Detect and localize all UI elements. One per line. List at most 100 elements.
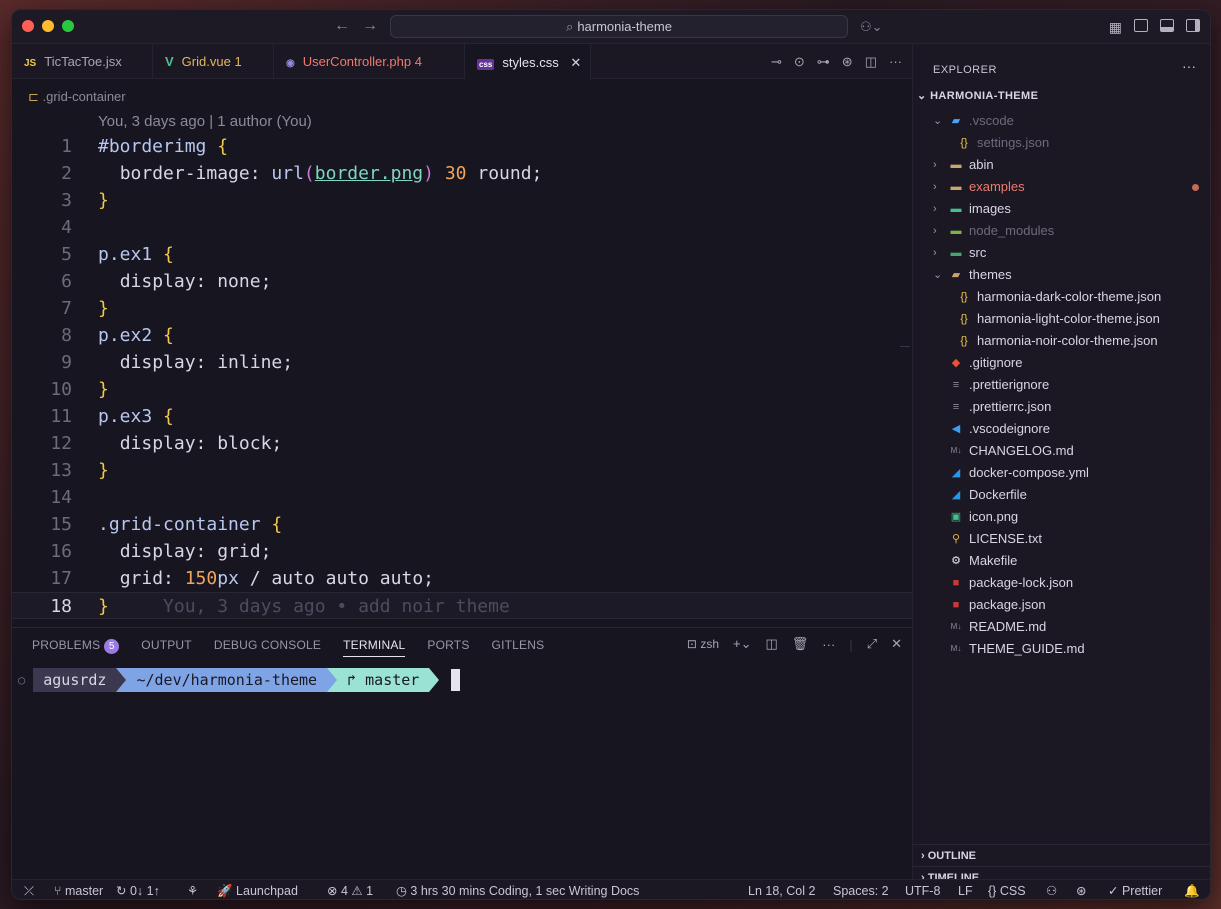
git-graph-icon[interactable]: ⊛ [842, 54, 853, 70]
encoding[interactable]: UTF-8 [905, 880, 940, 899]
bell-icon[interactable]: 🔔 [1184, 880, 1200, 899]
customize-layout-icon[interactable]: ▦ [1109, 19, 1122, 36]
scrollbar-marker[interactable] [900, 346, 910, 347]
tab-gitlens[interactable]: GITLENS [492, 638, 545, 657]
tree-item-license[interactable]: ⚲ LICENSE.txt [913, 528, 1210, 550]
tab-debug-console[interactable]: DEBUG CONSOLE [214, 638, 321, 657]
close-window-button[interactable] [22, 20, 34, 32]
forward-arrow-icon[interactable]: → [362, 17, 378, 35]
more-actions-icon[interactable]: ··· [822, 637, 835, 652]
end-of-line[interactable]: LF [958, 880, 973, 899]
explorer-sidebar: EXPLORER ··· ⌄ HARMONIA-THEME ⌄ ▰ .vscode … [912, 44, 1210, 884]
command-center[interactable]: ⌕ harmonia-theme [390, 15, 848, 38]
split-editor-icon[interactable]: ◫ [865, 54, 877, 70]
tree-item-prettierrc[interactable]: ≡ .prettierrc.json [913, 396, 1210, 418]
gitlens-icon[interactable]: ⊛ [1076, 880, 1086, 899]
tree-item-node-modules[interactable]: › ▬ node_modules [913, 220, 1210, 242]
tree-item-settings-json[interactable]: {} settings.json [913, 132, 1210, 154]
tab-usercontroller[interactable]: ◉ UserController.php 4 [274, 44, 465, 79]
tree-item-changelog[interactable]: M↓ CHANGELOG.md [913, 440, 1210, 462]
sync-status[interactable]: ↻ 0↓ 1↑ [116, 880, 160, 899]
previous-change-icon[interactable]: ⊙ [794, 54, 805, 70]
split-terminal-icon[interactable]: ◫ [765, 636, 777, 652]
selector-icon: ⊏ [28, 89, 43, 104]
tree-item-gitignore[interactable]: ◆ .gitignore [913, 352, 1210, 374]
problems-status[interactable]: ⊗ 4 ⚠ 1 [327, 880, 373, 899]
workspace-root[interactable]: ⌄ HARMONIA-THEME [917, 89, 1038, 102]
tab-styles-css[interactable]: css styles.css ✕ [465, 44, 591, 79]
tree-item-prettierignore[interactable]: ≡ .prettierignore [913, 374, 1210, 396]
wakatime-status[interactable]: ◷ 3 hrs 30 mins Coding, 1 sec Writing Do… [396, 880, 639, 899]
chevron-down-icon: ⌄ [933, 269, 943, 281]
tree-item-icon-png[interactable]: ▣ icon.png [913, 506, 1210, 528]
folder-src-icon: ▬ [950, 247, 962, 259]
git-graph-icon[interactable]: ⚘ [187, 880, 198, 899]
launchpad-status[interactable]: 🚀 Launchpad [217, 880, 298, 899]
codelens-blame[interactable]: You, 3 days ago | 1 author (You) [98, 113, 312, 130]
toggle-secondary-sidebar-icon[interactable] [1186, 19, 1200, 32]
trash-icon[interactable]: 🗑 [792, 636, 809, 652]
tab-tictactoe[interactable]: JS TicTacToe.jsx [12, 44, 153, 79]
tree-item-examples[interactable]: › ▬ examples [913, 176, 1210, 198]
minimize-window-button[interactable] [42, 20, 54, 32]
outline-section[interactable]: › OUTLINE [913, 844, 1210, 866]
tree-item-package-json[interactable]: ■ package.json [913, 594, 1210, 616]
code-line: 9 display: inline; [61, 352, 294, 373]
tree-item-docker-compose[interactable]: ◢ docker-compose.yml [913, 462, 1210, 484]
editor-pane: JS TicTacToe.jsx V Grid.vue 1 ◉ UserControl… [12, 44, 912, 627]
branch-status[interactable]: ⑂ master [54, 880, 103, 899]
code-line: 16 display: grid; [50, 541, 272, 562]
tree-item-makefile[interactable]: ⚙ Makefile [913, 550, 1210, 572]
language-mode[interactable]: {} CSS [988, 880, 1026, 899]
prompt-branch: ↱ master [337, 668, 430, 692]
tab-terminal[interactable]: TERMINAL [343, 638, 406, 657]
toggle-panel-icon[interactable] [1160, 19, 1174, 32]
more-actions-icon[interactable]: ··· [889, 54, 902, 70]
code-editor[interactable]: 1 #borderimg { 2 border-image: url(border… [12, 133, 912, 619]
toggle-primary-sidebar-icon[interactable] [1134, 19, 1148, 32]
maximize-panel-icon[interactable]: ⤢ [867, 636, 877, 652]
tab-problems[interactable]: PROBLEMS 5 [32, 638, 120, 657]
copilot-icon[interactable]: ⚇ [1046, 880, 1057, 899]
image-icon: ▣ [950, 511, 962, 523]
tree-item-vscode[interactable]: ⌄ ▰ .vscode [913, 110, 1210, 132]
braces-icon: {} [988, 884, 1000, 898]
next-change-icon[interactable]: ⊶ [817, 54, 830, 70]
close-tab-icon[interactable]: ✕ [570, 55, 581, 70]
chevron-right-icon: › [921, 850, 928, 862]
tree-item-dockerfile[interactable]: ◢ Dockerfile [913, 484, 1210, 506]
tree-item-readme[interactable]: M↓ README.md [913, 616, 1210, 638]
breadcrumb[interactable]: ⊏ .grid-container [28, 89, 126, 105]
more-actions-icon[interactable]: ··· [1182, 58, 1196, 74]
tree-item-theme-guide[interactable]: M↓ THEME_GUIDE.md [913, 638, 1210, 660]
tree-item-abin[interactable]: › ▬ abin [913, 154, 1210, 176]
tree-item-themes[interactable]: ⌄ ▰ themes [913, 264, 1210, 286]
remote-icon[interactable]: ⤫ [24, 880, 34, 899]
tree-item-dark-theme[interactable]: {} harmonia-dark-color-theme.json [913, 286, 1210, 308]
tree-item-vscodeignore[interactable]: ◀ .vscodeignore [913, 418, 1210, 440]
close-panel-icon[interactable]: ✕ [891, 636, 902, 652]
cursor-position[interactable]: Ln 18, Col 2 [748, 880, 815, 899]
indentation[interactable]: Spaces: 2 [833, 880, 889, 899]
tree-item-light-theme[interactable]: {} harmonia-light-color-theme.json [913, 308, 1210, 330]
terminal[interactable]: ○ agusrdz ~/dev/harmonia-theme ↱ master [18, 668, 461, 692]
tree-item-package-lock[interactable]: ■ package-lock.json [913, 572, 1210, 594]
git-branch-icon: ⑂ [54, 884, 65, 898]
terminal-shell-selector[interactable]: ⊡ zsh [687, 637, 719, 651]
prompt-user: agusrdz [33, 668, 117, 692]
tab-output[interactable]: OUTPUT [141, 638, 192, 657]
tab-grid-vue[interactable]: V Grid.vue 1 [153, 44, 274, 79]
gitlens-compare-icon[interactable]: ⊸ [771, 54, 782, 70]
tree-item-noir-theme[interactable]: {} harmonia-noir-color-theme.json [913, 330, 1210, 352]
back-arrow-icon[interactable]: ← [334, 17, 350, 35]
code-line: 7} [61, 298, 109, 319]
zoom-window-button[interactable] [62, 20, 74, 32]
copilot-icon[interactable]: ⚇⌄ [860, 19, 883, 35]
prettier-status[interactable]: ✓ Prettier [1108, 880, 1162, 899]
tab-ports[interactable]: PORTS [427, 638, 469, 657]
tree-item-images[interactable]: › ▬ images [913, 198, 1210, 220]
tree-item-src[interactable]: › ▬ src [913, 242, 1210, 264]
new-terminal-icon[interactable]: +⌄ [733, 636, 751, 652]
chevron-down-icon: ⌄ [933, 115, 943, 127]
npm-icon: ■ [952, 577, 960, 589]
